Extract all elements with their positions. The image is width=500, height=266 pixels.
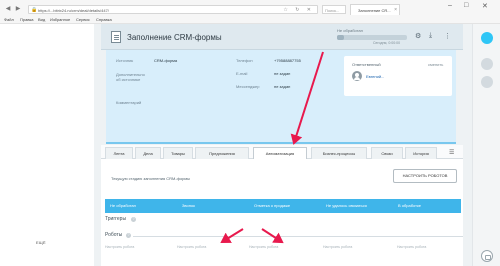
comment-label: Комментарий — [116, 100, 142, 105]
url-text: https://...bitrix24.ru/crm/deal/details/… — [38, 8, 109, 13]
menu-item-help[interactable]: Справка — [96, 17, 112, 22]
stage-item[interactable]: Не удалось связаться — [321, 199, 397, 213]
menu-item-view[interactable]: Вид — [38, 17, 45, 22]
deal-tabs: Лента Дела Товары Предложения Автоматиза… — [101, 145, 463, 159]
add-robot-link[interactable]: Настроить робота — [249, 245, 278, 249]
close-window-icon[interactable]: ✕ — [482, 2, 488, 10]
address-bar[interactable]: 🔒 https://...bitrix24.ru/crm/deal/detail… — [28, 5, 318, 14]
triggers-title: Триггеры — [105, 216, 127, 222]
calendar-icon[interactable] — [481, 250, 493, 262]
automation-description: Текущую стадию заполнения CRM-формы — [111, 176, 191, 181]
tab-history[interactable]: История — [405, 147, 437, 159]
stage-item[interactable]: Отметка о продаже — [249, 199, 325, 213]
minimize-icon[interactable]: – — [448, 2, 452, 9]
menu-item-file[interactable]: Файл — [4, 17, 14, 22]
browser-toolbar: ◀ ▶ 🔒 https://...bitrix24.ru/crm/deal/de… — [0, 0, 500, 24]
browser-search-input[interactable]: Поиск... — [322, 5, 346, 14]
status-label: Не обработан — [337, 28, 363, 33]
extra-label: Дополнительно об источнике — [116, 72, 145, 82]
menu-item-favorites[interactable]: Избранное — [50, 17, 70, 22]
messenger-label: Мессенджер — [236, 84, 260, 89]
tab-feed[interactable]: Лента — [105, 147, 133, 159]
status-progress-fill — [337, 35, 344, 40]
email-label: E-mail — [236, 71, 248, 76]
tab-links[interactable]: Связи — [371, 147, 403, 159]
browser-tab-title: Заполнение CR... — [358, 8, 391, 13]
chat-icon[interactable] — [481, 32, 493, 44]
browser-menubar: Файл Правка Вид Избранное Сервис Справка — [0, 16, 500, 24]
add-robot-link[interactable]: Настроить робота — [105, 245, 134, 249]
form-info-card: Источник CRM-форма Дополнительно об исто… — [106, 50, 456, 144]
menu-item-tools[interactable]: Сервис — [76, 17, 90, 22]
menu-dots-icon[interactable]: ⋮ — [444, 32, 451, 40]
stage-item[interactable]: Звонок — [177, 199, 253, 213]
triggers-help-icon[interactable]: ? — [131, 217, 136, 222]
tabs-more-icon[interactable]: ☰ — [449, 149, 454, 156]
tab-automation[interactable]: Автоматизация — [253, 147, 307, 159]
search-icon[interactable] — [481, 76, 493, 88]
responsible-box: Ответственный сменить Евгений... — [344, 56, 452, 96]
browser-tab[interactable]: Заполнение CR... × — [350, 4, 400, 15]
stage-item[interactable]: В обработке — [393, 199, 461, 213]
avatar — [352, 71, 362, 81]
responsible-change-link[interactable]: сменить — [428, 62, 443, 67]
lock-icon: 🔒 — [31, 7, 38, 13]
add-robot-link[interactable]: Настроить робота — [177, 245, 206, 249]
slider-title: Заполнение CRM-формы — [127, 33, 222, 42]
form-icon — [111, 31, 121, 43]
configure-robots-button[interactable]: НАСТРОИТЬ РОБОТОВ — [393, 169, 457, 183]
responsible-title: Ответственный — [352, 62, 381, 67]
settings-icon[interactable]: ⚙ — [415, 32, 421, 40]
user-avatar-icon[interactable] — [481, 58, 493, 70]
responsible-name[interactable]: Евгений... — [366, 74, 384, 79]
right-sidebar — [472, 24, 500, 266]
robots-divider — [133, 236, 463, 237]
crm-form-slider: Заполнение CRM-формы Не обработан Сегодн… — [101, 24, 463, 144]
add-robot-link[interactable]: Настроить робота — [397, 245, 426, 249]
left-menu-panel: ЕЩЁ — [0, 24, 94, 266]
stage-bar: Не обработан Звонок Отметка о продаже Не… — [105, 199, 461, 213]
robots-help-icon[interactable]: ? — [126, 233, 131, 238]
tab-close-icon[interactable]: × — [394, 7, 397, 13]
maximize-icon[interactable]: □ — [464, 2, 468, 9]
forward-icon[interactable]: ▶ — [15, 6, 21, 12]
messenger-value: не задан — [274, 84, 291, 89]
automation-panel: Текущую стадию заполнения CRM-формы НАСТ… — [101, 159, 463, 266]
add-robot-link[interactable]: Настроить робота — [323, 245, 352, 249]
phone-label: Телефон — [236, 58, 253, 63]
source-label: Источник — [116, 58, 134, 63]
tab-activities[interactable]: Дела — [135, 147, 161, 159]
back-icon[interactable]: ◀ — [5, 6, 11, 12]
address-tools-icons[interactable]: ☆ ↻ ✕ — [283, 7, 314, 13]
source-value: CRM-форма — [154, 58, 178, 63]
tab-offers[interactable]: Предложения — [195, 147, 249, 159]
download-icon[interactable]: ⤓ — [429, 32, 432, 40]
search-placeholder: Поиск... — [325, 8, 340, 13]
left-menu-more[interactable]: ЕЩЁ — [36, 240, 46, 245]
status-time: Сегодня, 0:00:00 — [373, 41, 401, 45]
robots-title: Роботы — [105, 232, 123, 238]
slider-header: Заполнение CRM-формы Не обработан Сегодн… — [101, 24, 463, 50]
stage-item[interactable]: Не обработан — [105, 199, 181, 213]
tab-products[interactable]: Товары — [163, 147, 193, 159]
menu-item-edit[interactable]: Правка — [20, 17, 34, 22]
phone-value[interactable]: +79588887755 — [274, 58, 301, 63]
status-progress-bar[interactable] — [337, 35, 407, 40]
tab-business-processes[interactable]: Бизнес-процессы — [311, 147, 367, 159]
email-value: не задан — [274, 71, 291, 76]
